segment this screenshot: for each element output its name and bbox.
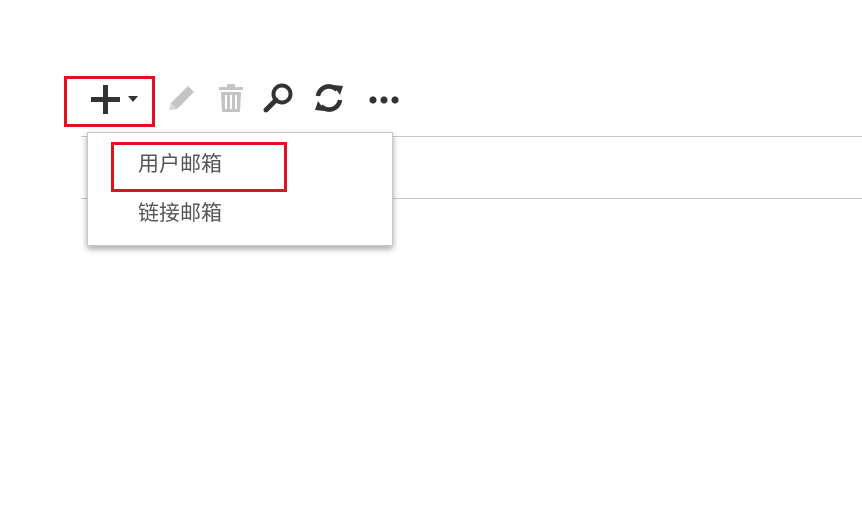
more-button[interactable] bbox=[366, 90, 402, 110]
refresh-button[interactable] bbox=[312, 81, 346, 115]
more-icon bbox=[369, 96, 399, 104]
add-button-highlight bbox=[64, 76, 155, 127]
pencil-icon bbox=[169, 86, 194, 110]
delete-button[interactable] bbox=[216, 81, 246, 115]
refresh-icon bbox=[315, 84, 343, 112]
search-button[interactable] bbox=[262, 81, 296, 115]
edit-button[interactable] bbox=[164, 81, 198, 115]
search-icon bbox=[263, 83, 293, 113]
menu-item-link-mailbox[interactable]: 链接邮箱 bbox=[138, 199, 222, 227]
trash-icon bbox=[219, 84, 243, 112]
menu-item-highlight bbox=[111, 142, 287, 192]
